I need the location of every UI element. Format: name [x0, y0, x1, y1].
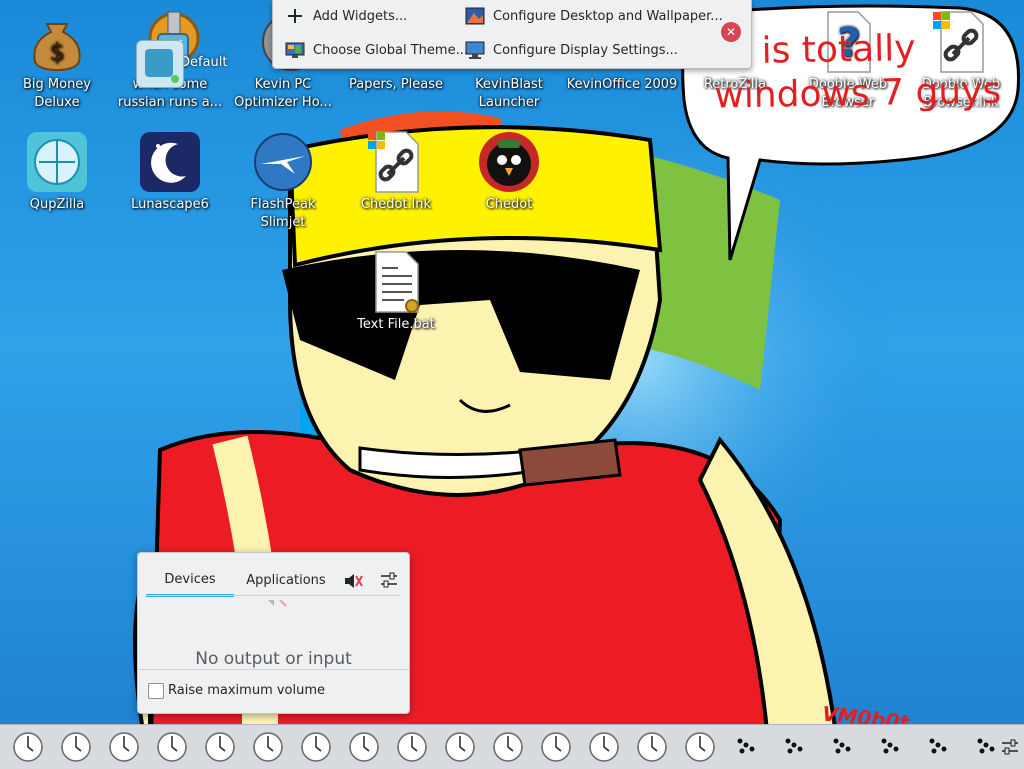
- plus-icon: [285, 6, 305, 26]
- menu-item-add-widgets[interactable]: Add Widgets...: [285, 2, 407, 30]
- desktop-icon-label: Papers, Please: [348, 77, 444, 92]
- analog-clock-icon[interactable]: [204, 731, 236, 763]
- desktop-icon-label: Kevin PC Optimizer Ho...: [234, 77, 332, 110]
- link-file-icon: [368, 131, 419, 193]
- money-bag-icon: $: [33, 23, 81, 72]
- analog-clock-icon[interactable]: [588, 731, 620, 763]
- desktop-icon-label: FlashPeak Slimjet: [250, 197, 316, 230]
- desktop-icon-label: Text File.bat: [357, 317, 435, 332]
- dots-widget-icon[interactable]: [972, 733, 1000, 761]
- svg-text:$: $: [49, 38, 64, 66]
- tab-devices[interactable]: Devices: [146, 565, 234, 597]
- dots-widget-icon[interactable]: [780, 733, 808, 761]
- desktop-icon-label: KevinBlast Launcher: [475, 77, 543, 110]
- theme-icon: [285, 40, 305, 60]
- settings-sliders-icon[interactable]: [378, 569, 400, 591]
- batch-file-icon: [375, 251, 419, 313]
- analog-clock-icon[interactable]: [444, 731, 476, 763]
- analog-clock-icon[interactable]: [684, 731, 716, 763]
- desktop-icon-label: Chedot.lnk: [360, 197, 432, 212]
- raise-volume-checkbox[interactable]: [148, 683, 164, 699]
- dots-widget-icon[interactable]: [924, 733, 952, 761]
- analog-clock-icon[interactable]: [540, 731, 572, 763]
- desktop-icon-lunascape[interactable]: Lunascape6: [114, 130, 226, 214]
- desktop-icon-text-file-bat[interactable]: Text File.bat: [340, 250, 452, 334]
- analog-clock-icon[interactable]: [396, 731, 428, 763]
- menu-item-configure-desktop[interactable]: Configure Desktop and Wallpaper...: [465, 2, 723, 30]
- bubble-line-2: windows 7 guys: [714, 70, 1002, 117]
- desktop-context-menu: Add Widgets... Choose Global Theme... Co…: [272, 0, 752, 69]
- dots-widget-icon[interactable]: [876, 733, 904, 761]
- desktop-icon-big-money-deluxe[interactable]: $ Big Money Deluxe: [1, 10, 113, 112]
- panel-settings-icon[interactable]: [1000, 737, 1020, 757]
- analog-clock-icon[interactable]: [348, 731, 380, 763]
- bird-icon: [479, 132, 539, 192]
- bubble-line-1: is totally: [761, 28, 916, 72]
- tab-divider: [146, 595, 401, 596]
- footer-divider: [138, 669, 409, 670]
- desktop-icon-label: QupZilla: [29, 197, 85, 212]
- analog-clock-icon[interactable]: [12, 731, 44, 763]
- analog-clock-icon[interactable]: [156, 731, 188, 763]
- desktop-icon-chedot-lnk[interactable]: Chedot.lnk: [340, 130, 452, 214]
- raise-volume-label: Raise maximum volume: [168, 683, 326, 698]
- analog-clock-icon[interactable]: [60, 731, 92, 763]
- wallpaper-icon: [465, 6, 485, 26]
- desktop-icon-label: Lunascape6: [131, 197, 209, 212]
- mute-icon[interactable]: [342, 571, 364, 591]
- globe-icon: [27, 132, 87, 192]
- desktop-icon-label: Chedot: [485, 197, 533, 212]
- close-icon[interactable]: ✕: [721, 22, 741, 42]
- default-tag: Default: [180, 55, 228, 70]
- taskbar: [0, 724, 1024, 769]
- audio-volume-popup: Devices Applications No output or input …: [137, 552, 410, 714]
- dots-widget-icon[interactable]: [828, 733, 856, 761]
- menu-item-configure-display[interactable]: Configure Display Settings...: [465, 36, 678, 64]
- analog-clock-icon[interactable]: [108, 731, 140, 763]
- jet-globe-icon: [254, 133, 312, 191]
- menu-item-choose-global-theme[interactable]: Choose Global Theme...: [285, 36, 468, 64]
- menu-item-label: Choose Global Theme...: [313, 42, 468, 58]
- muted-speaker-icon: [260, 597, 296, 607]
- menu-item-label: Configure Desktop and Wallpaper...: [493, 8, 723, 24]
- menu-item-label: Configure Display Settings...: [493, 42, 678, 58]
- analog-clock-icon[interactable]: [300, 731, 332, 763]
- dots-widget-icon[interactable]: [732, 733, 760, 761]
- tab-applications[interactable]: Applications: [238, 565, 334, 595]
- desktop-icon-label: KevinOffice 2009: [566, 77, 678, 92]
- desktop-icon-flashpeak[interactable]: FlashPeak Slimjet: [227, 130, 339, 232]
- desktop-icon-label: Big Money Deluxe: [22, 77, 91, 110]
- menu-item-label: Add Widgets...: [313, 8, 408, 24]
- moon-icon: [140, 132, 200, 192]
- analog-clock-icon[interactable]: [492, 731, 524, 763]
- desktop-icon-chedot[interactable]: Chedot: [453, 130, 565, 214]
- analog-clock-icon[interactable]: [252, 731, 284, 763]
- analog-clock-icon[interactable]: [636, 731, 668, 763]
- display-icon: [465, 40, 485, 60]
- desktop-icon-qupzilla[interactable]: QupZilla: [1, 130, 113, 214]
- pattern-app-icon[interactable]: [136, 40, 184, 88]
- empty-state-message: No output or input: [195, 649, 352, 669]
